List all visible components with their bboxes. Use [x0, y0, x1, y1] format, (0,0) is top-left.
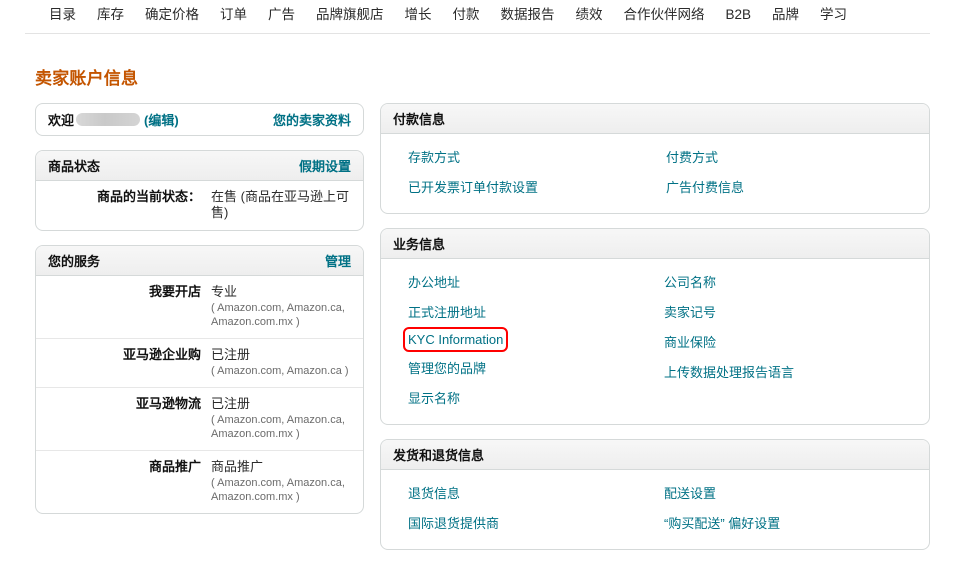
- business-information-title: 业务信息: [393, 237, 446, 252]
- nav-item-10[interactable]: 合作伙伴网络: [624, 0, 705, 30]
- service-value: 专业 ( Amazon.com, Amazon.ca, Amazon.com.mx…: [211, 284, 353, 329]
- business-link[interactable]: 显示名称: [408, 388, 460, 407]
- payment-link[interactable]: 存款方式: [408, 147, 460, 166]
- business-information-panel: 业务信息 办公地址正式注册地址 KYC Information 管理您的品牌 显示名称…: [380, 228, 930, 425]
- shipping-returns-title: 发货和退货信息: [393, 448, 485, 463]
- nav-item-13[interactable]: 学习: [820, 0, 847, 30]
- payment-link[interactable]: 已开发票订单付款设置: [408, 177, 538, 196]
- service-row: 我要开店 专业 ( Amazon.com, Amazon.ca, Amazon.co…: [36, 276, 363, 339]
- business-information-body: 办公地址正式注册地址 KYC Information 管理您的品牌 显示名称 公司名称…: [381, 259, 929, 424]
- nav-item-5[interactable]: 品牌旗舰店: [316, 0, 384, 30]
- shipping-link[interactable]: 国际退货提供商: [408, 513, 499, 532]
- nav-item-12[interactable]: 品牌: [772, 0, 799, 30]
- payment-information-panel: 付款信息 存款方式已开发票订单付款设置 付费方式广告付费信息: [380, 103, 930, 214]
- payment-links-column-1: 存款方式已开发票订单付款设置: [381, 147, 666, 196]
- welcome-greeting-group: 欢迎 (编辑): [48, 110, 179, 129]
- service-value: 已注册 ( Amazon.com, Amazon.ca ): [211, 347, 353, 378]
- nav-item-7[interactable]: 付款: [453, 0, 480, 30]
- payment-information-header: 付款信息: [381, 104, 929, 134]
- service-marketplaces: ( Amazon.com, Amazon.ca, Amazon.com.mx ): [211, 477, 345, 503]
- service-marketplaces: ( Amazon.com, Amazon.ca, Amazon.com.mx ): [211, 302, 345, 328]
- business-link[interactable]: 办公地址: [408, 272, 460, 291]
- product-status-body: 商品的当前状态： 在售 (商品在亚马逊上可售): [36, 181, 363, 230]
- service-label: 我要开店: [148, 284, 201, 299]
- shipping-returns-panel: 发货和退货信息 退货信息国际退货提供商 配送设置 “购买配送” 偏好设置: [380, 439, 930, 550]
- service-label: 商品推广: [148, 459, 201, 474]
- service-value: 已注册 ( Amazon.com, Amazon.ca, Amazon.com.m…: [211, 396, 353, 441]
- shipping-returns-header: 发货和退货信息: [381, 440, 929, 470]
- payment-information-body: 存款方式已开发票订单付款设置 付费方式广告付费信息: [381, 134, 929, 213]
- payment-link[interactable]: 广告付费信息: [666, 177, 744, 196]
- right-column: 付款信息 存款方式已开发票订单付款设置 付费方式广告付费信息 业务信息 办公地址…: [380, 103, 930, 564]
- nav-item-8[interactable]: 数据报告: [501, 0, 555, 30]
- payment-information-title: 付款信息: [393, 112, 446, 127]
- service-value-text: 商品推广: [211, 459, 264, 474]
- welcome-greeting-text: 欢迎: [48, 113, 75, 128]
- service-row: 亚马逊企业购 已注册 ( Amazon.com, Amazon.ca ): [36, 339, 363, 388]
- payment-links-column-2: 付费方式广告付费信息: [666, 147, 744, 196]
- business-link[interactable]: 上传数据处理报告语言: [664, 362, 794, 381]
- top-navigation-items: 目录 库存 确定价格 订单 广告 品牌旗舰店 增长 付款 数据报告 绩效 合作伙伴网络 B2B 品牌 学习: [0, 0, 955, 30]
- business-link[interactable]: 正式注册地址: [408, 302, 486, 321]
- vacation-settings-link[interactable]: 假期设置: [299, 156, 351, 175]
- top-navigation-bar: 目录 库存 确定价格 订单 广告 品牌旗舰店 增长 付款 数据报告 绩效 合作伙伴网络 B2B 品牌 学习: [0, 0, 955, 31]
- service-label: 亚马逊企业购: [122, 347, 201, 362]
- shipping-link[interactable]: 退货信息: [408, 483, 460, 502]
- nav-item-3[interactable]: 订单: [220, 0, 247, 30]
- service-value-text: 已注册: [211, 347, 251, 362]
- business-link[interactable]: 卖家记号: [664, 302, 716, 321]
- service-row: 商品推广 商品推广 ( Amazon.com, Amazon.ca, Amazon.…: [36, 451, 363, 513]
- service-row: 亚马逊物流 已注册 ( Amazon.com, Amazon.ca, Amazon.…: [36, 388, 363, 451]
- business-link[interactable]: 公司名称: [664, 272, 716, 291]
- shipping-links-column-1: 退货信息国际退货提供商: [381, 483, 666, 532]
- nav-item-11[interactable]: B2B: [726, 0, 752, 30]
- service-value-text: 已注册: [211, 396, 251, 411]
- service-value-text: 专业: [211, 284, 238, 299]
- product-status-value: 在售 (商品在亚马逊上可售): [211, 189, 353, 221]
- shipping-link[interactable]: 配送设置: [664, 483, 716, 502]
- nav-item-4[interactable]: 广告: [268, 0, 295, 30]
- business-links-column-1: 办公地址正式注册地址 KYC Information 管理您的品牌 显示名称: [381, 272, 666, 407]
- seller-profile-link[interactable]: 您的卖家资料: [273, 110, 351, 129]
- business-information-header: 业务信息: [381, 229, 929, 259]
- welcome-panel: 欢迎 (编辑) 您的卖家资料: [35, 103, 364, 136]
- service-marketplaces: ( Amazon.com, Amazon.ca ): [211, 365, 349, 377]
- shipping-returns-body: 退货信息国际退货提供商 配送设置 “购买配送” 偏好设置: [381, 470, 929, 549]
- your-services-body: 我要开店 专业 ( Amazon.com, Amazon.ca, Amazon.co…: [36, 276, 363, 513]
- shipping-link[interactable]: “购买配送” 偏好设置: [664, 513, 780, 532]
- nav-item-6[interactable]: 增长: [405, 0, 432, 30]
- left-column: 欢迎 (编辑) 您的卖家资料 商品状态 假期设置 商品的当前状态： 在售 (商品在…: [35, 103, 364, 528]
- manage-services-link[interactable]: 管理: [325, 251, 351, 270]
- your-services-title: 您的服务: [48, 254, 101, 269]
- kyc-information-link[interactable]: KYC Information: [402, 327, 509, 352]
- business-links-column-2: 公司名称卖家记号商业保险上传数据处理报告语言: [664, 272, 794, 407]
- service-value: 商品推广 ( Amazon.com, Amazon.ca, Amazon.com.…: [211, 459, 353, 504]
- nav-divider: [25, 33, 930, 34]
- product-status-header: 商品状态 假期设置: [36, 151, 363, 181]
- your-services-panel: 您的服务 管理 我要开店 专业 ( Amazon.com, Amazon.ca, A…: [35, 245, 364, 514]
- page-title: 卖家账户信息: [35, 69, 139, 88]
- business-link[interactable]: 商业保险: [664, 332, 716, 351]
- product-status-label: 商品的当前状态：: [96, 189, 201, 204]
- shipping-links-column-2: 配送设置 “购买配送” 偏好设置: [664, 483, 780, 532]
- service-marketplaces: ( Amazon.com, Amazon.ca, Amazon.com.mx ): [211, 414, 345, 440]
- product-status-value-text: 在售 (商品在亚马逊上可售): [211, 189, 349, 220]
- product-status-panel: 商品状态 假期设置 商品的当前状态： 在售 (商品在亚马逊上可售): [35, 150, 364, 231]
- product-status-title: 商品状态: [48, 159, 101, 174]
- nav-item-0[interactable]: 目录: [49, 0, 76, 30]
- your-services-header: 您的服务 管理: [36, 246, 363, 276]
- service-label: 亚马逊物流: [135, 396, 201, 411]
- redacted-seller-name: [76, 113, 141, 126]
- nav-item-9[interactable]: 绩效: [576, 0, 603, 30]
- payment-link[interactable]: 付费方式: [666, 147, 718, 166]
- business-link[interactable]: 管理您的品牌: [408, 358, 486, 377]
- nav-item-1[interactable]: 库存: [97, 0, 124, 30]
- nav-item-2[interactable]: 确定价格: [145, 0, 199, 30]
- edit-profile-link[interactable]: (编辑): [144, 110, 179, 129]
- product-status-row: 商品的当前状态： 在售 (商品在亚马逊上可售): [36, 181, 363, 230]
